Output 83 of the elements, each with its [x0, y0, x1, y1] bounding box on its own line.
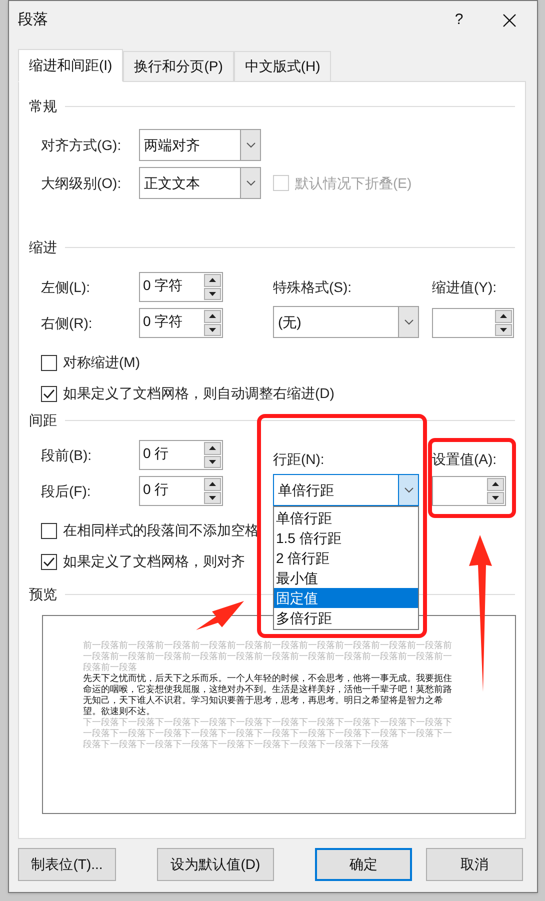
arrow — [196, 601, 244, 630]
spin-field[interactable]: 0 字符 — [139, 272, 223, 302]
spin-down-button[interactable] — [487, 492, 504, 504]
tab[interactable]: 中文版式(H) — [234, 51, 332, 81]
spin-field[interactable] — [432, 476, 506, 506]
spin-up-button[interactable] — [204, 442, 221, 454]
dropdown-option[interactable]: 1.5 倍行距 — [274, 528, 418, 548]
spin-up-button[interactable] — [204, 310, 221, 322]
spin-up-button[interactable] — [487, 478, 504, 490]
down-arrow-icon — [209, 496, 216, 500]
check-icon — [43, 556, 55, 566]
dropdown-option[interactable]: 固定值 — [274, 588, 418, 608]
spin-up-button[interactable] — [204, 478, 221, 490]
field-label: 设置值(A): — [432, 450, 497, 469]
field-label: 段前(B): — [41, 446, 93, 465]
field-label: 左侧(L): — [41, 278, 91, 297]
chevron-down-icon — [246, 180, 256, 186]
dropdown-option[interactable]: 2 倍行距 — [274, 548, 418, 568]
chevron-down-icon — [404, 487, 414, 493]
tab[interactable]: 换行和分页(P) — [123, 51, 234, 81]
spin-up-button[interactable] — [204, 274, 221, 286]
checkbox[interactable] — [41, 522, 57, 538]
preview-text: 先天下之忧而忧，后天下之乐而乐。一个人年轻的时候，不会思考，他将一事无成。我要扼住命运的咽喉，它妄想使我屈服，这绝对办不到。生活是这样美好，活他一千辈子吧！莫愁前路无知己，天下谁人不识君。学习知识要善于思考，思考，再思考。明日之希望将是智力之希望。欲速则不达。 — [83, 673, 453, 717]
spin-down-button[interactable] — [204, 288, 221, 300]
checkbox[interactable] — [41, 354, 57, 370]
tab[interactable]: 缩进和间距(I) — [18, 49, 124, 82]
down-arrow-icon — [209, 292, 216, 296]
field-label: 段后(F): — [41, 482, 92, 501]
down-arrow-icon — [492, 496, 499, 500]
field-label: 右侧(R): — [41, 314, 94, 333]
dropdown[interactable]: 单倍行距 — [273, 474, 419, 506]
section-heading: 常规 — [29, 97, 57, 116]
up-arrow-icon — [209, 314, 216, 318]
up-arrow-icon — [492, 482, 499, 486]
spin-down-button[interactable] — [495, 324, 512, 336]
dialog-button[interactable]: 确定 — [314, 848, 412, 881]
section-heading: 缩进 — [29, 238, 57, 257]
field-label: 行距(N): — [273, 450, 324, 469]
close-icon — [502, 14, 516, 26]
spin-field[interactable]: 0 行 — [139, 440, 223, 470]
section-heading: 间距 — [29, 411, 57, 430]
up-arrow-icon — [500, 314, 507, 318]
spin-down-button[interactable] — [204, 456, 221, 468]
dialog-button[interactable]: 设为默认值(D) — [157, 848, 274, 881]
dialog-button[interactable]: 取消 — [426, 848, 523, 881]
checkbox-label: 对称缩进(M) — [63, 353, 140, 372]
up-arrow-icon — [209, 278, 216, 282]
spin-field[interactable] — [432, 308, 514, 338]
checkbox[interactable] — [41, 386, 57, 402]
up-arrow-icon — [209, 482, 216, 486]
spin-down-button[interactable] — [204, 492, 221, 504]
field-label: 特殊格式(S): — [273, 278, 352, 297]
help-button[interactable]: ? — [437, 8, 481, 32]
dropdown[interactable]: 正文文本 — [139, 167, 261, 199]
down-arrow-icon — [209, 328, 216, 332]
check-icon — [43, 388, 55, 398]
up-arrow-icon — [209, 446, 216, 450]
spin-field[interactable]: 0 行 — [139, 476, 223, 506]
dropdown-option[interactable]: 单倍行距 — [274, 508, 418, 528]
chevron-down-icon — [246, 142, 256, 148]
down-arrow-icon — [500, 328, 507, 332]
preview-text: 下一段落下一段落下一段落下一段落下一段落下一段落下一段落下一段落下一段落下一段落下一段落下一段落下一段落下一段落下一段落下一段落下一段落下一段落下一段落下一段落下一段落下一段落下一段落下一段落下一段落下一段落下一段落下一段落下一段落 — [83, 717, 453, 750]
dropdown-option[interactable]: 多倍行距 — [274, 608, 418, 628]
preview-text: 前一段落前一段落前一段落前一段落前一段落前一段落前一段落前一段落前一段落前一段落前一段落前一段落前一段落前一段落前一段落前一段落前一段落前一段落前一段落前一段落前一段落前一段落 — [83, 640, 453, 673]
chevron-down-icon — [404, 319, 414, 325]
checkbox-label: 如果定义了文档网格，则对齐 — [63, 552, 245, 571]
field-label: 对齐方式(G): — [41, 136, 122, 155]
window-title: 段落 — [18, 10, 49, 30]
spin-up-button[interactable] — [495, 310, 512, 322]
spin-field[interactable]: 0 字符 — [139, 308, 223, 338]
dialog-button[interactable]: 制表位(T)... — [18, 848, 116, 881]
dropdown[interactable]: (无) — [273, 306, 419, 338]
field-label: 大纲级别(O): — [41, 174, 122, 193]
checkbox-label: 在相同样式的段落间不添加空格 — [63, 521, 259, 540]
dropdown-option[interactable]: 最小值 — [274, 568, 418, 588]
section-heading: 预览 — [29, 585, 57, 604]
spin-down-button[interactable] — [204, 324, 221, 336]
checkbox-label: 如果定义了文档网格，则自动调整右缩进(D) — [63, 384, 334, 403]
checkbox[interactable] — [41, 554, 57, 570]
checkbox-label: 默认情况下折叠(E) — [295, 174, 412, 193]
down-arrow-icon — [209, 460, 216, 464]
dropdown[interactable]: 两端对齐 — [139, 129, 261, 161]
field-label: 缩进值(Y): — [432, 278, 497, 297]
